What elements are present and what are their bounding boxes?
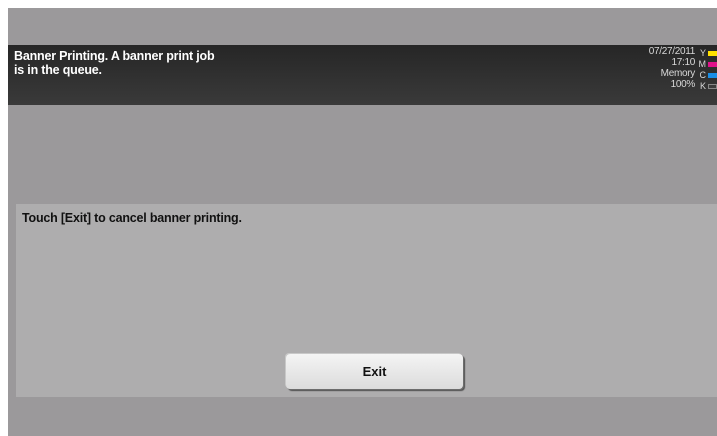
device-status: 07/27/2011 17:10 Memory 100% (615, 46, 696, 90)
status-message: Banner Printing. A banner print job is i… (14, 49, 434, 77)
toner-magenta: M (697, 59, 717, 70)
toner-magenta-bar (708, 62, 717, 67)
toner-cyan: C (697, 70, 717, 81)
toner-yellow: Y (697, 48, 717, 59)
date-text: 07/27/2011 (648, 46, 696, 57)
toner-black: K (697, 81, 717, 92)
exit-button[interactable]: Exit (286, 354, 463, 389)
toner-black-letter: K (699, 81, 706, 91)
instruction-text: Touch [Exit] to cancel banner printing. (22, 211, 242, 225)
status-header: Banner Printing. A banner print job is i… (8, 45, 717, 105)
time-text: 17:10 (671, 57, 695, 68)
toner-magenta-letter: M (698, 59, 707, 69)
toner-cyan-bar (708, 73, 717, 78)
toner-levels: Y M C K (697, 48, 717, 92)
message-panel: Touch [Exit] to cancel banner printing. … (16, 204, 717, 397)
status-message-line2: is in the queue. (14, 63, 102, 77)
toner-yellow-bar (708, 51, 717, 56)
screen: Banner Printing. A banner print job is i… (8, 8, 717, 436)
toner-cyan-letter: C (699, 70, 707, 80)
toner-yellow-letter: Y (699, 48, 706, 58)
memory-label: Memory (660, 68, 696, 79)
memory-value: 100% (670, 79, 696, 90)
toner-black-bar (708, 84, 717, 89)
status-message-line1: Banner Printing. A banner print job (14, 49, 215, 63)
